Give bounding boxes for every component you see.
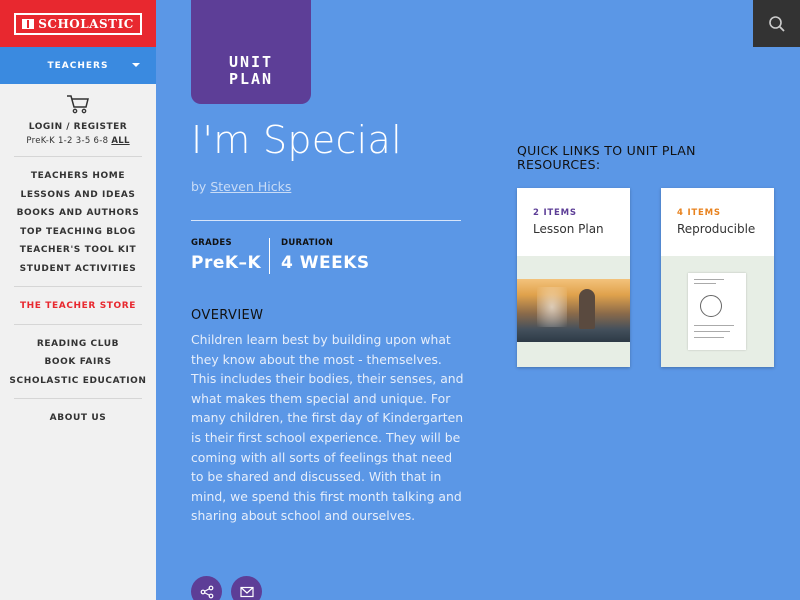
worksheet-thumbnail — [688, 273, 746, 350]
card-header: 2 ITEMS Lesson Plan — [517, 188, 630, 256]
divider — [14, 323, 142, 325]
grade-filter[interactable]: PreK-K 1-2 3-5 6-8 ALL — [0, 136, 156, 146]
badge-line-2: PLAN — [228, 70, 274, 88]
book-icon — [22, 18, 35, 29]
divider — [14, 286, 142, 287]
search-icon — [768, 15, 785, 32]
card-item-count: 2 ITEMS — [533, 208, 577, 218]
cart-button[interactable] — [0, 94, 156, 114]
divider — [14, 156, 142, 157]
byline-prefix: by — [191, 179, 207, 194]
menu-item-lessons-and-ideas[interactable]: LESSONS AND IDEAS — [0, 186, 156, 205]
audience-dropdown[interactable]: TEACHERS — [0, 47, 156, 84]
divider — [191, 220, 461, 221]
sheet-line — [694, 325, 734, 326]
menu-item-books-and-authors[interactable]: BOOKS AND AUTHORS — [0, 204, 156, 223]
quick-links-title: QUICK LINKS TO UNIT PLAN RESOURCES: — [517, 143, 696, 172]
share-icon — [200, 585, 213, 598]
grades-label: GRADES — [191, 238, 232, 248]
grades-value: PreK–K — [191, 253, 262, 273]
menu-item-teachers-home[interactable]: TEACHERS HOME — [0, 167, 156, 186]
photo-child — [579, 289, 595, 329]
cart-icon — [67, 95, 89, 114]
share-button[interactable] — [191, 576, 222, 600]
menu-item-teachers-tool-kit[interactable]: TEACHER'S TOOL KIT — [0, 241, 156, 260]
menu-item-reading-club[interactable]: READING CLUB — [0, 335, 156, 354]
sidebar: SCHOLASTIC TEACHERS LOGIN / REGISTER Pre… — [0, 0, 156, 600]
photo-spray — [537, 287, 567, 327]
reproducible-card[interactable]: 4 ITEMS Reproducible — [661, 188, 774, 367]
grades-meta: GRADES PreK–K — [191, 238, 261, 273]
chevron-down-icon — [132, 63, 140, 67]
lesson-plan-photo — [517, 279, 630, 342]
lesson-plan-card[interactable]: 2 ITEMS Lesson Plan — [517, 188, 630, 367]
card-item-count: 4 ITEMS — [677, 208, 721, 218]
scholastic-logo[interactable]: SCHOLASTIC — [0, 0, 156, 47]
card-preview — [661, 256, 774, 367]
sheet-line — [694, 279, 724, 280]
overview-heading: OVERVIEW — [191, 308, 264, 323]
menu-item-teacher-store[interactable]: THE TEACHER STORE — [0, 297, 156, 316]
card-title: Lesson Plan — [533, 222, 604, 236]
page-title: I'm Special — [191, 118, 402, 162]
card-header: 4 ITEMS Reproducible — [661, 188, 774, 256]
meta-divider — [269, 238, 270, 274]
sheet-line — [694, 331, 730, 332]
menu-item-scholastic-education[interactable]: SCHOLASTIC EDUCATION — [0, 372, 156, 391]
logo-text: SCHOLASTIC — [38, 16, 134, 31]
badge-line-1: UNIT — [228, 53, 274, 71]
logo-frame: SCHOLASTIC — [14, 12, 142, 35]
divider — [14, 398, 142, 399]
duration-meta: DURATION 4 WEEKS — [281, 238, 370, 273]
email-icon — [239, 586, 254, 597]
card-preview — [517, 256, 630, 367]
sheet-line — [694, 337, 724, 338]
search-button[interactable] — [753, 0, 800, 47]
grade-filter-text[interactable]: PreK-K 1-2 3-5 6-8 — [26, 136, 108, 146]
login-register-link[interactable]: LOGIN / REGISTER — [0, 122, 156, 132]
duration-value: 4 WEEKS — [281, 253, 370, 273]
card-title: Reproducible — [677, 222, 756, 236]
sheet-face-drawing — [700, 295, 722, 317]
overview-text: Children learn best by building upon wha… — [191, 332, 464, 524]
menu-item-book-fairs[interactable]: BOOK FAIRS — [0, 353, 156, 372]
author-link[interactable]: Steven Hicks — [210, 179, 291, 194]
sheet-line — [694, 283, 716, 284]
menu-item-about-us[interactable]: ABOUT US — [0, 409, 156, 428]
unit-plan-badge: UNIT PLAN — [191, 0, 311, 104]
menu-item-student-activities[interactable]: STUDENT ACTIVITIES — [0, 260, 156, 279]
duration-label: DURATION — [281, 238, 334, 248]
byline: by Steven Hicks — [191, 179, 291, 194]
menu-item-top-teaching-blog[interactable]: TOP TEACHING BLOG — [0, 223, 156, 242]
email-button[interactable] — [231, 576, 262, 600]
grade-filter-all[interactable]: ALL — [111, 136, 129, 146]
audience-label: TEACHERS — [47, 60, 109, 71]
